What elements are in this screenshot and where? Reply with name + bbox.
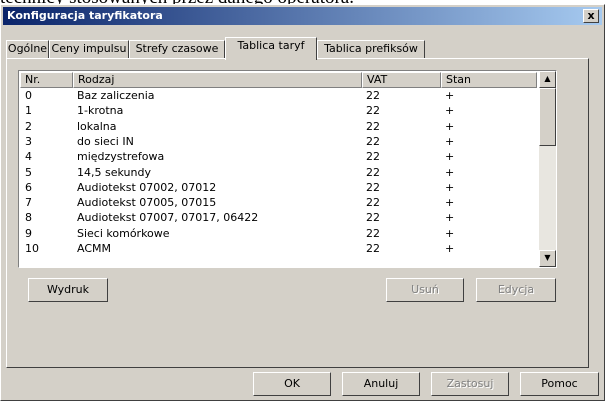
cell-stan: + [445,226,455,240]
cell-nr: 0 [25,89,32,102]
cell-rodzaj: Audiotekst 07007, 07017, 06422 [77,211,259,225]
cell-vat: 22 [366,104,380,118]
tab-strefy-czasowe[interactable]: Strefy czasowe [129,40,225,59]
cell-rodzaj: Sieci komórkowe [77,226,170,240]
table-row[interactable]: 6 Audiotekst 07002, 07012 22 + [20,181,537,195]
cell-stan: + [445,211,455,225]
cell-vat: 22 [366,165,380,179]
table-row[interactable]: 8 Audiotekst 07007, 07017, 06422 22 + [20,211,537,225]
cell-stan: + [445,104,455,118]
cell-nr: 7 [25,196,32,210]
cell-nr: 5 [25,165,32,179]
scroll-up-button[interactable]: ▲ [539,71,556,88]
cell-vat: 22 [366,196,380,210]
cell-vat: 22 [366,242,380,255]
help-button[interactable]: Pomoc [520,372,599,396]
cell-rodzaj: lokalna [77,119,117,133]
cell-vat: 22 [366,89,380,102]
cell-rodzaj: Baz zaliczenia [77,89,155,102]
cell-rodzaj: ACMM [77,242,111,255]
cell-rodzaj: 1-krotna [77,104,124,118]
scroll-down-button[interactable]: ▼ [539,250,556,267]
cell-rodzaj: do sieci IN [77,134,134,148]
tab-tablica-prefiksow[interactable]: Tablica prefiksów [317,40,425,59]
cell-stan: + [445,119,455,133]
apply-button[interactable]: Zastosuj [431,372,509,396]
cell-stan: + [445,196,455,210]
cell-rodzaj: Audiotekst 07002, 07012 [77,180,217,194]
cell-nr: 10 [25,242,39,255]
column-header-rodzaj[interactable]: Rodzaj [73,72,362,88]
print-button[interactable]: Wydruk [28,278,108,302]
cell-rodzaj: Audiotekst 07005, 07015 [77,196,217,210]
table-row[interactable]: 2 lokalna 22 + [20,120,537,134]
column-header-vat[interactable]: VAT [362,72,441,88]
tariff-list[interactable]: Nr. Rodzaj VAT Stan 0 Baz zaliczenia 22 +1 1… [18,70,557,268]
table-row[interactable]: 5 14,5 sekundy 22 + [20,166,537,180]
tab-ceny-impulsu[interactable]: Ceny impulsu [49,40,129,59]
table-row[interactable]: 10 ACMM 22 + [20,242,537,256]
cell-vat: 22 [366,226,380,240]
ok-button[interactable]: OK [253,372,331,396]
cell-nr: 8 [25,211,32,225]
table-row[interactable]: 3 do sieci IN 22 + [20,135,537,149]
table-row[interactable]: 9 Sieci komórkowe 22 + [20,227,537,241]
arrow-down-icon: ▼ [544,253,551,262]
cell-stan: + [445,180,455,194]
cell-rodzaj: 14,5 sekundy [77,165,151,179]
cell-vat: 22 [366,150,380,164]
cancel-button[interactable]: Anuluj [342,372,420,396]
cell-stan: + [445,89,455,102]
cell-stan: + [445,134,455,148]
cell-nr: 1 [25,104,32,118]
cell-stan: + [445,165,455,179]
column-header-stan[interactable]: Stan [441,72,537,88]
table-row[interactable]: 1 1-krotna 22 + [20,104,537,118]
table-row[interactable]: 7 Audiotekst 07005, 07015 22 + [20,196,537,210]
close-icon: x [587,9,595,22]
cell-stan: + [445,150,455,164]
cell-vat: 22 [366,180,380,194]
cell-nr: 2 [25,119,32,133]
cell-vat: 22 [366,211,380,225]
cell-stan: + [445,242,455,255]
tab-ogolne[interactable]: Ogólne [6,40,49,59]
tab-tablica-taryf[interactable]: Tablica taryf [225,37,317,60]
vertical-scrollbar[interactable]: ▲ ▼ [539,71,556,267]
cell-rodzaj: międzystrefowa [77,150,165,164]
cell-nr: 4 [25,150,32,164]
scroll-thumb[interactable] [539,88,556,146]
column-header-nr[interactable]: Nr. [20,72,73,88]
cell-nr: 9 [25,226,32,240]
title-bar[interactable]: Konfiguracja taryfikatora x [3,7,602,25]
edit-button[interactable]: Edycja [476,278,556,302]
close-button[interactable]: x [583,9,599,23]
window-title: Konfiguracja taryfikatora [7,9,163,22]
cell-nr: 3 [25,134,32,148]
cell-nr: 6 [25,180,32,194]
table-row[interactable]: 4 międzystrefowa 22 + [20,150,537,164]
cell-vat: 22 [366,119,380,133]
arrow-up-icon: ▲ [544,74,551,83]
delete-button[interactable]: Usuń [386,278,464,302]
table-row[interactable]: 0 Baz zaliczenia 22 + [20,89,537,103]
cell-vat: 22 [366,134,380,148]
